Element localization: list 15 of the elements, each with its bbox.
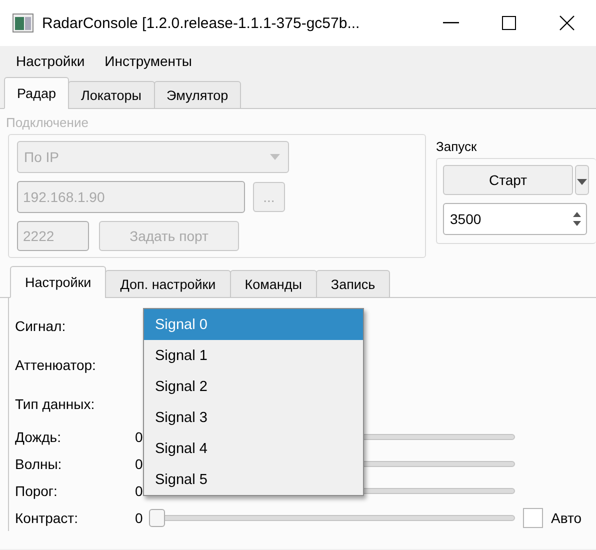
field-label: Контраст: — [15, 510, 79, 526]
field-label: Тип данных: — [15, 396, 96, 412]
checkbox-label: Авто — [551, 510, 582, 526]
group-title: Запуск — [436, 139, 477, 154]
window-title: RadarConsole [1.2.0.release-1.1.1-375-gc57b... — [42, 14, 361, 32]
field-label: Аттенюатор: — [15, 356, 97, 372]
field-label: Порог: — [15, 482, 58, 498]
slider-value: 0 — [135, 510, 144, 526]
slider-value: 0 — [135, 482, 144, 498]
group-title: Подключение — [6, 115, 88, 130]
field-label: Волны: — [15, 456, 63, 472]
slider-value: 0 — [135, 456, 144, 472]
field-label: Сигнал: — [15, 318, 67, 334]
slider-value: 0 — [135, 428, 144, 444]
field-label: Дождь: — [15, 428, 62, 444]
